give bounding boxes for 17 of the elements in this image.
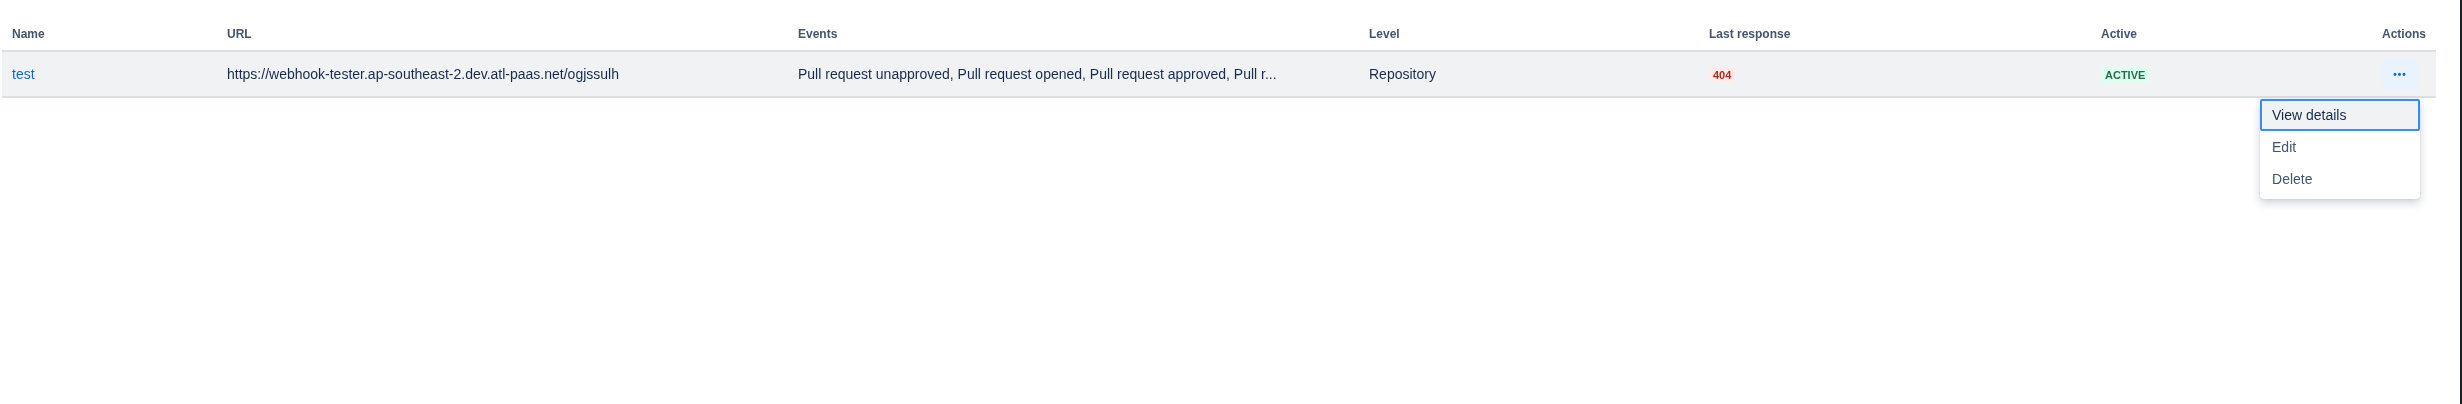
column-header: Name — [11, 27, 46, 41]
column-header: Active — [2100, 27, 2139, 41]
events-text: Pull request unapproved, Pull request opened, Pull request approved, Pull r... — [798, 66, 1277, 82]
menu-item[interactable]: Edit — [2260, 131, 2420, 163]
response-status-badge: 404 — [1709, 67, 1736, 83]
column-header: Events — [797, 27, 839, 41]
url-text: https://webhook-tester.ap-southeast-2.dev.atl-paas.net/ogjssulh — [227, 66, 619, 82]
column-header: Last response — [1708, 27, 1792, 41]
menu-item[interactable]: Delete — [2260, 163, 2420, 195]
active-status-badge: ACTIVE — [2101, 67, 2150, 83]
column-header: Actions — [2381, 27, 2427, 41]
column-header: URL — [226, 27, 253, 41]
webhook-name-link[interactable]: test — [12, 66, 35, 82]
menu-item[interactable]: View details — [2260, 99, 2420, 131]
more-actions-button[interactable]: ••• — [2382, 59, 2418, 89]
level-text: Repository — [1369, 66, 1436, 82]
column-header: Level — [1368, 27, 1401, 41]
